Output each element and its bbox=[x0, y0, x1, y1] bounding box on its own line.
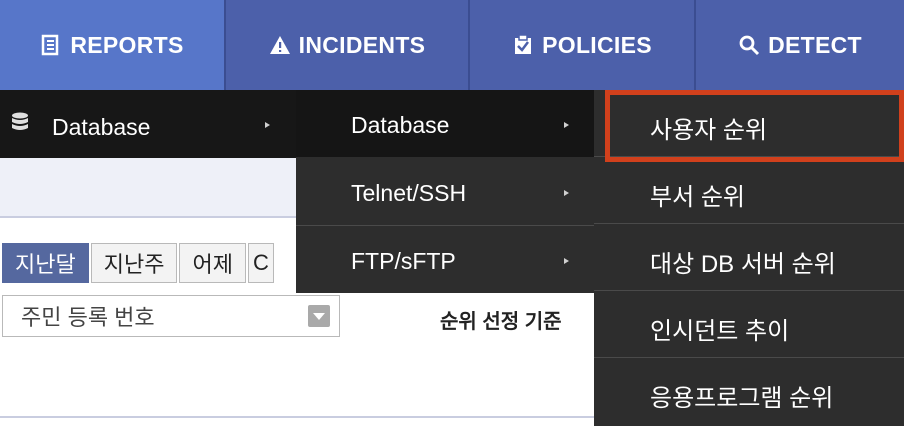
data-type-select-value: 주민 등록 번호 bbox=[21, 305, 155, 330]
ranking-criteria-label: 순위 선정 기준 bbox=[440, 311, 562, 333]
submenu-item-db-server-ranking[interactable]: 대상 DB 서버 순위 bbox=[594, 224, 904, 291]
search-icon bbox=[738, 34, 760, 56]
submenu-item-telnet-ssh-label: Telnet/SSH bbox=[351, 180, 467, 206]
submenu-item-database[interactable]: Database bbox=[296, 90, 594, 157]
tab-detect[interactable]: DETECT bbox=[696, 0, 904, 90]
top-nav: REPORTS INCIDENTS POLICIES DETECT bbox=[0, 0, 904, 90]
period-tab-last-month[interactable]: 지난달 bbox=[2, 243, 89, 283]
submenu-item-application-ranking[interactable]: 응용프로그램 순위 bbox=[594, 358, 904, 425]
tab-incidents[interactable]: INCIDENTS bbox=[226, 0, 470, 90]
report-icon bbox=[40, 34, 62, 56]
submenu-item-db-server-ranking-label: 대상 DB 서버 순위 bbox=[650, 251, 836, 278]
chevron-right-icon bbox=[265, 122, 270, 128]
submenu-item-application-ranking-label: 응용프로그램 순위 bbox=[650, 385, 834, 412]
period-tabs: 지난달 지난주 어제 C bbox=[2, 243, 276, 283]
submenu-item-department-ranking-label: 부서 순위 bbox=[650, 184, 745, 211]
submenu-item-ftp-sftp[interactable]: FTP/sFTP bbox=[296, 225, 594, 292]
tab-policies[interactable]: POLICIES bbox=[470, 0, 696, 90]
submenu-item-ftp-sftp-label: FTP/sFTP bbox=[351, 248, 456, 274]
submenu-item-department-ranking[interactable]: 부서 순위 bbox=[594, 157, 904, 224]
submenu-item-telnet-ssh[interactable]: Telnet/SSH bbox=[296, 158, 594, 225]
chevron-down-icon[interactable] bbox=[308, 305, 330, 327]
tab-reports[interactable]: REPORTS bbox=[0, 0, 226, 90]
period-tab-partial[interactable]: C bbox=[247, 243, 274, 283]
submenu-item-incident-trend[interactable]: 인시던트 추이 bbox=[594, 291, 904, 358]
tab-reports-label: REPORTS bbox=[70, 31, 184, 58]
submenu-item-incident-trend-label: 인시던트 추이 bbox=[650, 318, 790, 345]
chevron-right-icon bbox=[564, 258, 569, 264]
submenu-item-user-ranking[interactable]: 사용자 순위 bbox=[594, 90, 904, 157]
tab-policies-label: POLICIES bbox=[542, 31, 652, 58]
data-type-select[interactable]: 주민 등록 번호 bbox=[2, 295, 340, 337]
period-tab-yesterday[interactable]: 어제 bbox=[179, 243, 246, 283]
tab-incidents-label: INCIDENTS bbox=[298, 31, 426, 58]
clipboard-check-icon bbox=[512, 34, 534, 56]
submenu-item-user-ranking-label: 사용자 순위 bbox=[650, 117, 768, 144]
submenu-level3: 사용자 순위 부서 순위 대상 DB 서버 순위 인시던트 추이 응용프로그램 … bbox=[594, 90, 904, 426]
period-tab-last-week[interactable]: 지난주 bbox=[90, 243, 178, 283]
chevron-right-icon bbox=[564, 190, 569, 196]
submenu-level2: Database Telnet/SSH FTP/sFTP bbox=[296, 90, 594, 293]
tab-detect-label: DETECT bbox=[768, 31, 862, 58]
menu-item-database-root-label: Database bbox=[52, 114, 151, 140]
warning-icon bbox=[269, 34, 291, 56]
database-icon bbox=[11, 112, 29, 132]
chevron-right-icon bbox=[564, 122, 569, 128]
menu-item-database-root[interactable]: Database bbox=[0, 90, 296, 158]
submenu-item-database-label: Database bbox=[351, 112, 450, 138]
